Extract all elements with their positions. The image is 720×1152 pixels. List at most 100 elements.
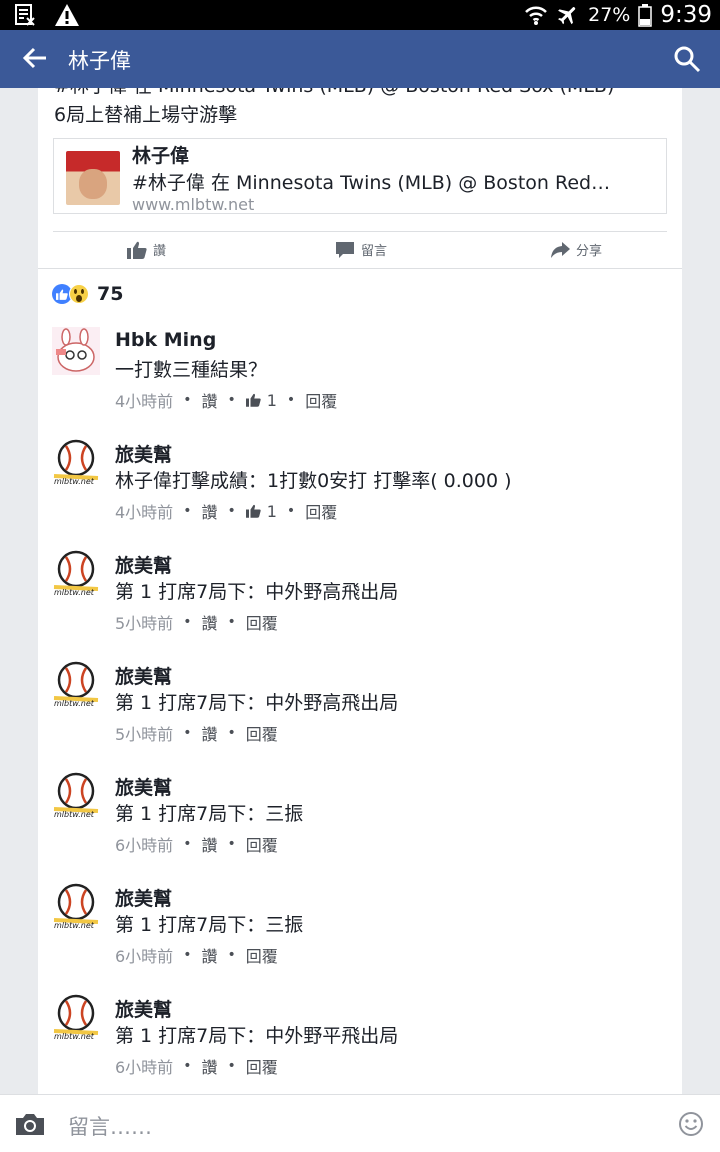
thumbs-up-icon: [245, 393, 261, 407]
wow-reaction-icon: [69, 284, 89, 304]
comment-author[interactable]: 旅美幫: [115, 773, 172, 800]
comment: mlbtw.net 旅美幫 第 1 打席7局下：中外野高飛出局 5小時前 • 讚…: [52, 660, 672, 760]
comment-time: 6小時前: [115, 947, 174, 966]
comment-text: 第 1 打席7局下：中外野平飛出局: [115, 1025, 399, 1047]
comment-author[interactable]: 旅美幫: [115, 440, 172, 467]
reaction-count: 75: [97, 283, 124, 305]
comment-label: 留言: [361, 244, 388, 259]
comment-text: 一打數三種結果？: [115, 359, 268, 381]
comment-text: 第 1 打席7局下：中外野高飛出局: [115, 692, 399, 714]
share-label: 分享: [576, 244, 603, 259]
comment-meta: 4小時前 • 讚 • 1 • 回覆: [115, 499, 337, 523]
link-preview[interactable]: 林子偉 #林子偉 在 Minnesota Twins (MLB) @ Bosto…: [53, 138, 667, 214]
comment-time: 5小時前: [115, 725, 174, 744]
svg-text:mlbtw.net: mlbtw.net: [54, 1032, 95, 1041]
comment-input[interactable]: 留言……: [68, 1111, 152, 1141]
post-card: #林子偉 在 Minnesota Twins (MLB) @ Boston Re…: [38, 88, 682, 1094]
link-thumbnail: [66, 151, 120, 205]
comment-like-link[interactable]: 讚: [201, 1054, 217, 1078]
post-text-line: #林子偉 在 Minnesota Twins (MLB) @ Boston Re…: [54, 88, 664, 101]
avatar[interactable]: mlbtw.net: [52, 438, 100, 486]
post-text-line: 6局上替補上場守游擊: [54, 104, 238, 126]
link-url: www.mlbtw.net: [132, 195, 255, 214]
avatar[interactable]: mlbtw.net: [52, 993, 100, 1041]
like-label: 讚: [153, 244, 167, 259]
avatar[interactable]: mlbtw.net: [52, 660, 100, 708]
comment: mlbtw.net 旅美幫 第 1 打席7局下：中外野平飛出局 6小時前 • 讚…: [52, 993, 672, 1093]
avatar[interactable]: mlbtw.net: [52, 771, 100, 819]
comment: mlbtw.net 旅美幫 第 1 打席7局下：中外野高飛出局 5小時前 • 讚…: [52, 549, 672, 649]
comment-reply-link[interactable]: 回覆: [305, 499, 337, 523]
share-icon: [551, 241, 570, 258]
comment-like-link[interactable]: 讚: [201, 832, 217, 856]
comment-time: 4小時前: [115, 392, 174, 411]
like-button[interactable]: 讚: [127, 240, 166, 259]
comment-like-link[interactable]: 讚: [201, 721, 217, 745]
comment-time: 6小時前: [115, 836, 174, 855]
share-button[interactable]: 分享: [550, 240, 602, 259]
svg-text:mlbtw.net: mlbtw.net: [54, 588, 95, 597]
link-title: 林子偉: [132, 145, 190, 167]
comment-button[interactable]: 留言: [335, 240, 387, 259]
comment-reply-link[interactable]: 回覆: [246, 1054, 278, 1078]
divider: [38, 268, 682, 269]
avatar[interactable]: mlbtw.net: [52, 882, 100, 930]
comment-like-link[interactable]: 讚: [201, 499, 217, 523]
comment-text: 第 1 打席7局下：中外野高飛出局: [115, 581, 399, 603]
svg-text:mlbtw.net: mlbtw.net: [54, 477, 95, 486]
back-arrow-icon[interactable]: [20, 43, 50, 73]
comment: Hbk Ming 一打數三種結果？ 4小時前 • 讚 • 1 • 回覆: [52, 327, 672, 427]
comment-like-link[interactable]: 讚: [201, 610, 217, 634]
comment-meta: 5小時前 • 讚 • 回覆: [115, 610, 278, 634]
comment-like-count[interactable]: 1: [245, 502, 277, 521]
emoji-icon[interactable]: [678, 1111, 704, 1137]
warning-icon: [55, 4, 79, 26]
avatar[interactable]: mlbtw.net: [52, 549, 100, 597]
comment-like-link[interactable]: 讚: [201, 388, 217, 412]
comment-like-link[interactable]: 讚: [201, 943, 217, 967]
comment: mlbtw.net 旅美幫 第 1 打席7局下：三振 6小時前 • 讚 • 回覆: [52, 882, 672, 982]
comment-time: 4小時前: [115, 503, 174, 522]
app-bar: 林子偉: [0, 30, 720, 88]
svg-text:mlbtw.net: mlbtw.net: [54, 921, 95, 930]
comment-reply-link[interactable]: 回覆: [246, 721, 278, 745]
comment-reply-link[interactable]: 回覆: [305, 388, 337, 412]
post-actions: 讚 留言 分享: [53, 231, 667, 268]
page-title: 林子偉: [68, 49, 131, 73]
comment-reply-link[interactable]: 回覆: [246, 610, 278, 634]
comment-author[interactable]: 旅美幫: [115, 662, 172, 689]
comment-reply-link[interactable]: 回覆: [246, 943, 278, 967]
comment-text: 第 1 打席7局下：三振: [115, 803, 304, 825]
comment-meta: 4小時前 • 讚 • 1 • 回覆: [115, 388, 337, 412]
airplane-mode-icon: [558, 7, 576, 25]
sim-card-icon: [15, 4, 35, 26]
comment-like-count[interactable]: 1: [245, 391, 277, 410]
comment-author[interactable]: 旅美幫: [115, 884, 172, 911]
comment-author[interactable]: 旅美幫: [115, 995, 172, 1022]
comment-reply-link[interactable]: 回覆: [246, 832, 278, 856]
status-bar: 27% 9:39: [0, 0, 720, 30]
comment-time: 5小時前: [115, 614, 174, 633]
comment: mlbtw.net 旅美幫 第 1 打席7局下：三振 6小時前 • 讚 • 回覆: [52, 771, 672, 871]
comment-author[interactable]: 旅美幫: [115, 551, 172, 578]
comment-author[interactable]: Hbk Ming: [115, 329, 216, 351]
camera-icon[interactable]: [14, 1111, 46, 1137]
battery-icon: [638, 4, 653, 27]
link-description: #林子偉 在 Minnesota Twins (MLB) @ Boston Re…: [132, 172, 611, 194]
wifi-icon: [525, 6, 548, 25]
svg-text:mlbtw.net: mlbtw.net: [54, 810, 95, 819]
search-icon[interactable]: [672, 44, 702, 74]
comment-meta: 6小時前 • 讚 • 回覆: [115, 832, 278, 856]
reaction-summary[interactable]: 75: [52, 283, 123, 305]
comment-text: 第 1 打席7局下：三振: [115, 914, 304, 936]
comment-time: 6小時前: [115, 1058, 174, 1077]
clock: 9:39: [660, 2, 712, 28]
avatar[interactable]: [52, 327, 100, 375]
comment-meta: 6小時前 • 讚 • 回覆: [115, 943, 278, 967]
battery-percent: 27%: [588, 4, 631, 26]
comment: mlbtw.net 旅美幫 林子偉打擊成績：1打數0安打 打擊率( 0.000 …: [52, 438, 672, 538]
comment-meta: 5小時前 • 讚 • 回覆: [115, 721, 278, 745]
comment-composer: 留言……: [0, 1094, 720, 1152]
comment-text: 林子偉打擊成績：1打數0安打 打擊率( 0.000 ): [115, 470, 512, 492]
comment-icon: [336, 241, 354, 258]
